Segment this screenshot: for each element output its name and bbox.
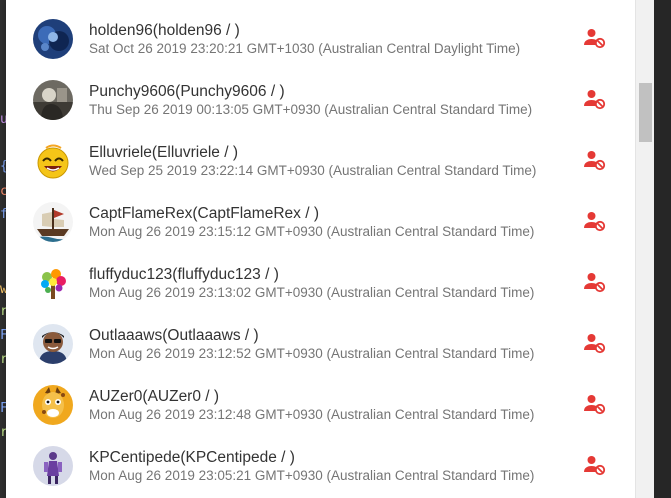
avatar-photo-icon[interactable] [33, 80, 73, 120]
list-item[interactable]: fluffyduc123(fluffyduc123 / ) Mon Aug 26… [6, 253, 635, 314]
user-date: Sat Oct 26 2019 23:20:21 GMT+1030 (Austr… [89, 41, 521, 56]
remove-user-icon[interactable] [583, 331, 607, 355]
vertical-scrollbar[interactable] [635, 0, 654, 498]
avatar-figure-icon[interactable] [33, 446, 73, 486]
list-item[interactable]: CaptFlameRex(CaptFlameRex / ) Mon Aug 26… [6, 192, 635, 253]
user-name: Outlaaaws(Outlaaaws / ) [89, 327, 259, 344]
user-date: Wed Sep 25 2019 23:22:14 GMT+0930 (Austr… [89, 163, 537, 178]
user-date: Mon Aug 26 2019 23:12:48 GMT+0930 (Austr… [89, 407, 535, 422]
user-name: AUZer0(AUZer0 / ) [89, 388, 220, 405]
user-date: Mon Aug 26 2019 23:13:02 GMT+0930 (Austr… [89, 285, 535, 300]
remove-user-icon[interactable] [583, 26, 607, 50]
remove-user-icon[interactable] [583, 148, 607, 172]
user-date: Mon Aug 26 2019 23:15:12 GMT+0930 (Austr… [89, 224, 535, 239]
avatar-photo-icon[interactable] [33, 19, 73, 59]
list-item[interactable]: KPCentipede(KPCentipede / ) Mon Aug 26 2… [6, 436, 635, 497]
avatar-ship-icon[interactable] [33, 202, 73, 242]
list-item[interactable]: holden96(holden96 / ) Sat Oct 26 2019 23… [6, 9, 635, 70]
remove-user-icon[interactable] [583, 392, 607, 416]
list-item[interactable]: Elluvriele(Elluvriele / ) Wed Sep 25 201… [6, 131, 635, 192]
remove-user-icon[interactable] [583, 87, 607, 111]
user-name: CaptFlameRex(CaptFlameRex / ) [89, 205, 319, 222]
avatar-tree-icon[interactable] [33, 263, 73, 303]
remove-user-icon[interactable] [583, 453, 607, 477]
user-list-dialog: holden96(holden96 / ) Sat Oct 26 2019 23… [6, 0, 635, 498]
user-date: Mon Aug 26 2019 23:05:21 GMT+0930 (Austr… [89, 468, 535, 483]
user-date: Thu Sep 26 2019 00:13:05 GMT+0930 (Austr… [89, 102, 533, 117]
background-panel-edge [654, 0, 671, 498]
user-list: holden96(holden96 / ) Sat Oct 26 2019 23… [6, 9, 635, 497]
remove-user-icon[interactable] [583, 209, 607, 233]
user-name: Elluvriele(Elluvriele / ) [89, 144, 239, 161]
user-name: Punchy9606(Punchy9606 / ) [89, 83, 285, 100]
list-item[interactable]: Outlaaaws(Outlaaaws / ) Mon Aug 26 2019 … [6, 314, 635, 375]
user-name: holden96(holden96 / ) [89, 22, 240, 39]
user-name: KPCentipede(KPCentipede / ) [89, 449, 295, 466]
avatar-cartoon-icon[interactable] [33, 324, 73, 364]
list-item[interactable]: Punchy9606(Punchy9606 / ) Thu Sep 26 201… [6, 70, 635, 131]
scrollbar-thumb[interactable] [639, 83, 652, 142]
list-item[interactable]: AUZer0(AUZer0 / ) Mon Aug 26 2019 23:12:… [6, 375, 635, 436]
user-name: fluffyduc123(fluffyduc123 / ) [89, 266, 279, 283]
user-date: Mon Aug 26 2019 23:12:52 GMT+0930 (Austr… [89, 346, 535, 361]
avatar-emoji-icon[interactable] [33, 141, 73, 181]
remove-user-icon[interactable] [583, 270, 607, 294]
avatar-giraffe-icon[interactable] [33, 385, 73, 425]
